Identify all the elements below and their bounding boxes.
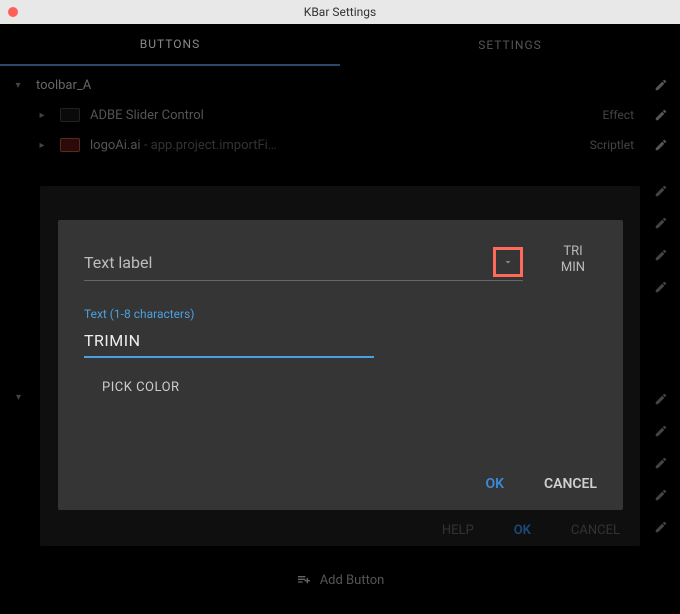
cancel-button[interactable]: CANCEL — [544, 476, 597, 492]
item-thumb — [60, 108, 80, 122]
item-label: ADBE Slider Control — [90, 108, 593, 123]
add-button-row[interactable]: Add Button — [0, 572, 680, 588]
pencil-icon[interactable] — [652, 76, 670, 94]
label-text-input[interactable] — [84, 327, 374, 358]
field-hint: Text (1-8 characters) — [84, 307, 374, 321]
titlebar: KBar Settings — [0, 0, 680, 24]
pencil-icon[interactable] — [652, 486, 670, 504]
text-label-modal: Text label TRI MIN Text (1-8 characters)… — [58, 220, 623, 510]
window-controls[interactable] — [8, 7, 18, 17]
pencil-icon[interactable] — [652, 390, 670, 408]
add-button-label: Add Button — [320, 573, 385, 588]
tab-bar: BUTTONS SETTINGS — [0, 24, 680, 66]
chevron-down-icon[interactable]: ▾ — [10, 80, 26, 91]
list-item[interactable]: ▸ logoAi.ai - app.project.importFi… Scri… — [10, 130, 670, 160]
content-area: ▾ toolbar_A ▸ ADBE Slider Control Effect… — [0, 66, 680, 160]
label-preview: TRI MIN — [549, 244, 597, 281]
pencil-icon[interactable] — [652, 214, 670, 232]
toolbar-name: toolbar_A — [36, 78, 642, 93]
item-thumb — [60, 138, 80, 152]
pencil-icon[interactable] — [652, 454, 670, 472]
chevron-right-icon[interactable]: ▸ — [34, 140, 50, 151]
ok-button[interactable]: OK — [514, 523, 531, 538]
label-type-dropdown[interactable]: Text label — [84, 245, 523, 281]
pencil-icon[interactable] — [652, 518, 670, 536]
item-label: logoAi.ai - app.project.importFi… — [90, 138, 580, 153]
chevron-down-icon — [502, 256, 514, 268]
list-item[interactable]: ▸ ADBE Slider Control Effect — [10, 100, 670, 130]
edit-column — [652, 390, 670, 536]
panel-actions: HELP OK CANCEL — [442, 523, 620, 538]
pick-color-button[interactable]: PICK COLOR — [102, 380, 597, 395]
pencil-icon[interactable] — [652, 182, 670, 200]
close-icon[interactable] — [8, 7, 18, 17]
pencil-icon[interactable] — [652, 106, 670, 124]
pencil-icon[interactable] — [652, 246, 670, 264]
window-title: KBar Settings — [304, 5, 376, 19]
dropdown-label: Text label — [84, 253, 152, 272]
chevron-down-icon[interactable]: ▾ — [16, 392, 21, 403]
item-type: Effect — [603, 108, 635, 122]
edit-column — [652, 182, 670, 296]
ok-button[interactable]: OK — [485, 476, 504, 492]
item-type: Scriptlet — [590, 138, 634, 152]
pencil-icon[interactable] — [652, 278, 670, 296]
add-list-icon — [296, 572, 312, 588]
help-button[interactable]: HELP — [442, 523, 474, 538]
pencil-icon[interactable] — [652, 422, 670, 440]
toolbar-group-header[interactable]: ▾ toolbar_A — [10, 70, 670, 100]
tab-settings[interactable]: SETTINGS — [340, 24, 680, 66]
chevron-right-icon[interactable]: ▸ — [34, 110, 50, 121]
pencil-icon[interactable] — [652, 136, 670, 154]
cancel-button[interactable]: CANCEL — [571, 523, 620, 538]
tab-buttons[interactable]: BUTTONS — [0, 24, 340, 66]
dropdown-arrow-highlight[interactable] — [493, 247, 523, 277]
